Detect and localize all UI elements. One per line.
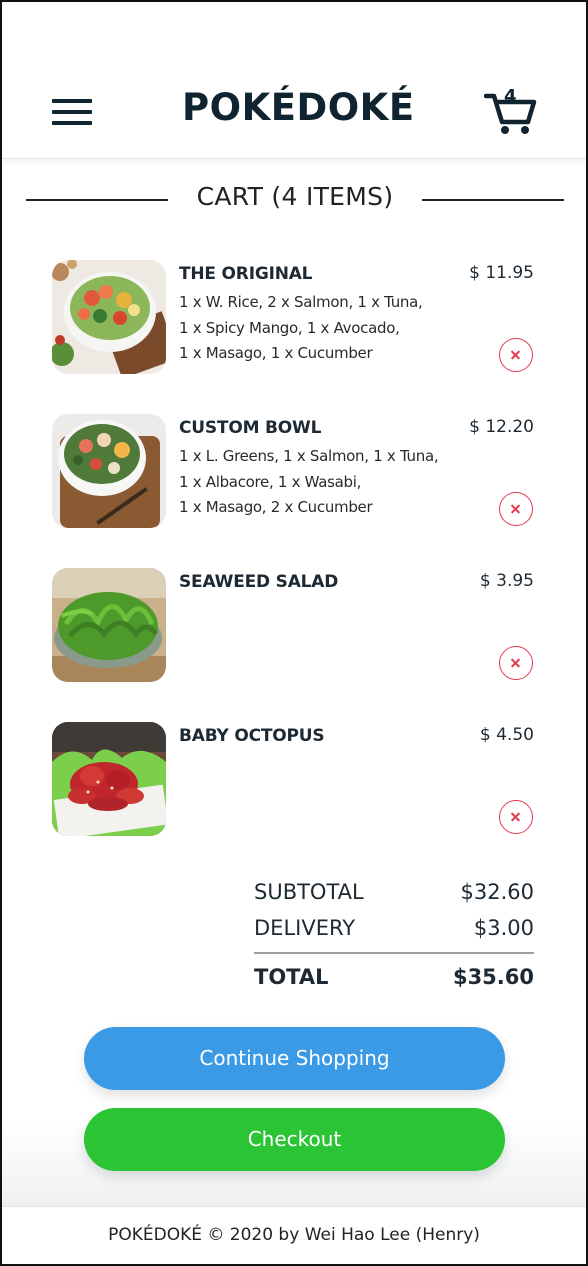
cart-item: BABY OCTOPUS $ 4.50	[52, 722, 538, 840]
item-price: $ 3.95	[479, 571, 534, 591]
item-description-line: 1 x W. Rice, 2 x Salmon, 1 x Tuna,	[179, 293, 423, 311]
app-frame: POKÉDOKÉ 4 CART (4 ITEMS) THE ORIGINAL $…	[0, 0, 588, 1266]
item-image-poke-bowl	[52, 260, 166, 374]
item-description-line: 1 x Masago, 2 x Cucumber	[179, 498, 373, 516]
footer-copyright: POKÉDOKÉ © 2020 by Wei Hao Lee (Henry)	[108, 1225, 480, 1245]
delivery-label: DELIVERY	[254, 916, 356, 940]
item-name: THE ORIGINAL	[179, 264, 313, 284]
item-description-line: 1 x Albacore, 1 x Wasabi,	[179, 472, 362, 491]
cart-title-row: CART (4 ITEMS)	[26, 178, 564, 222]
item-description-line: 1 x Masago, 1 x Cucumber	[179, 344, 373, 362]
item-image-baby-octopus	[52, 722, 166, 836]
checkout-button[interactable]: Checkout	[84, 1108, 505, 1171]
cart-title: CART (4 ITEMS)	[172, 182, 418, 211]
remove-item-icon[interactable]	[499, 800, 533, 834]
subtotal-row: SUBTOTAL $32.60	[254, 880, 534, 912]
continue-shopping-button[interactable]: Continue Shopping	[84, 1027, 505, 1090]
remove-item-icon[interactable]	[499, 646, 533, 680]
footer: POKÉDOKÉ © 2020 by Wei Hao Lee (Henry)	[2, 1206, 586, 1264]
item-name: CUSTOM BOWL	[179, 418, 322, 438]
item-description: 1 x W. Rice, 2 x Salmon, 1 x Tuna, 1 x S…	[179, 290, 479, 367]
item-description-line: 1 x Spicy Mango, 1 x Avocado,	[179, 318, 400, 337]
item-description: 1 x L. Greens, 1 x Salmon, 1 x Tuna, 1 x…	[179, 444, 479, 521]
total-value: $35.60	[452, 965, 534, 989]
delivery-value: $3.00	[473, 916, 534, 940]
item-price: $ 11.95	[469, 263, 534, 283]
total-label: TOTAL	[254, 965, 329, 989]
remove-item-icon[interactable]	[499, 338, 533, 372]
cart-item: SEAWEED SALAD $ 3.95	[52, 568, 538, 686]
item-image-seaweed-salad	[52, 568, 166, 682]
subtotal-label: SUBTOTAL	[254, 880, 364, 904]
subtotal-value: $32.60	[460, 880, 534, 904]
cart-item: CUSTOM BOWL $ 12.20 1 x L. Greens, 1 x S…	[52, 414, 538, 532]
delivery-row: DELIVERY $3.00	[254, 916, 534, 948]
item-price: $ 4.50	[479, 725, 534, 745]
remove-item-icon[interactable]	[499, 492, 533, 526]
item-description-line: 1 x L. Greens, 1 x Salmon, 1 x Tuna,	[179, 447, 439, 465]
cart-item: THE ORIGINAL $ 11.95 1 x W. Rice, 2 x Sa…	[52, 260, 538, 378]
item-price: $ 12.20	[469, 417, 534, 437]
summary-divider	[254, 952, 534, 954]
item-image-custom-bowl	[52, 414, 166, 528]
brand-logo[interactable]: POKÉDOKÉ	[182, 86, 414, 129]
item-name: BABY OCTOPUS	[179, 726, 325, 746]
cart-count-badge[interactable]: 4	[504, 86, 517, 107]
total-row: TOTAL $35.60	[254, 965, 534, 997]
header: POKÉDOKÉ 4	[2, 2, 586, 159]
item-name: SEAWEED SALAD	[179, 572, 339, 592]
hamburger-menu-icon[interactable]	[52, 99, 94, 127]
